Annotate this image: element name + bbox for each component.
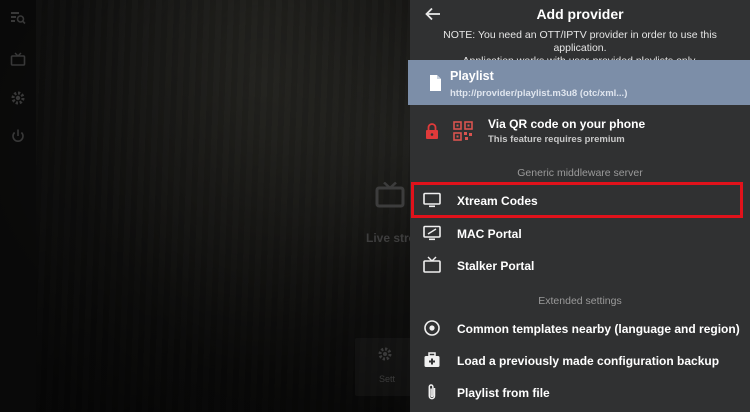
medkit-icon [424, 352, 440, 367]
provider-option-playlist[interactable]: Playlist http://provider/playlist.m3u8 (… [408, 60, 750, 105]
qr-code-icon [453, 121, 473, 141]
section-extended: Extended settings [538, 295, 622, 307]
xtream-codes-highlight [411, 182, 743, 218]
load-backup-label: Load a previously made configuration bac… [457, 354, 720, 368]
playlist-url-hint: http://provider/playlist.m3u8 (otc/xml..… [450, 88, 628, 99]
note-line-1: NOTE: You need an OTT/IPTV provider in o… [443, 29, 717, 54]
lock-icon [426, 123, 438, 139]
panel-header: Add provider [410, 0, 750, 28]
playlist-label: Playlist [450, 69, 494, 83]
paperclip-icon [428, 384, 436, 400]
provider-option-mac-portal[interactable]: MAC Portal [410, 218, 750, 248]
stalker-portal-label: Stalker Portal [457, 259, 535, 273]
playlist-from-file-label: Playlist from file [457, 386, 550, 400]
mac-portal-label: MAC Portal [457, 227, 522, 241]
monitor-link-icon [423, 225, 441, 241]
qr-label: Via QR code on your phone [488, 117, 646, 131]
location-icon [424, 320, 440, 336]
provider-option-stalker-portal[interactable]: Stalker Portal [410, 250, 750, 280]
option-load-backup[interactable]: Load a previously made configuration bac… [410, 345, 750, 375]
option-playlist-from-file[interactable]: Playlist from file [410, 377, 750, 407]
qr-premium-hint: This feature requires premium [488, 134, 625, 145]
provider-option-qr[interactable]: Via QR code on your phone This feature r… [410, 112, 750, 150]
tv-icon [423, 256, 441, 273]
panel-title: Add provider [536, 6, 624, 22]
option-common-templates[interactable]: Common templates nearby (language and re… [410, 313, 750, 343]
common-templates-label: Common templates nearby (language and re… [457, 322, 740, 336]
file-icon [430, 75, 441, 91]
section-middleware: Generic middleware server [517, 167, 643, 179]
